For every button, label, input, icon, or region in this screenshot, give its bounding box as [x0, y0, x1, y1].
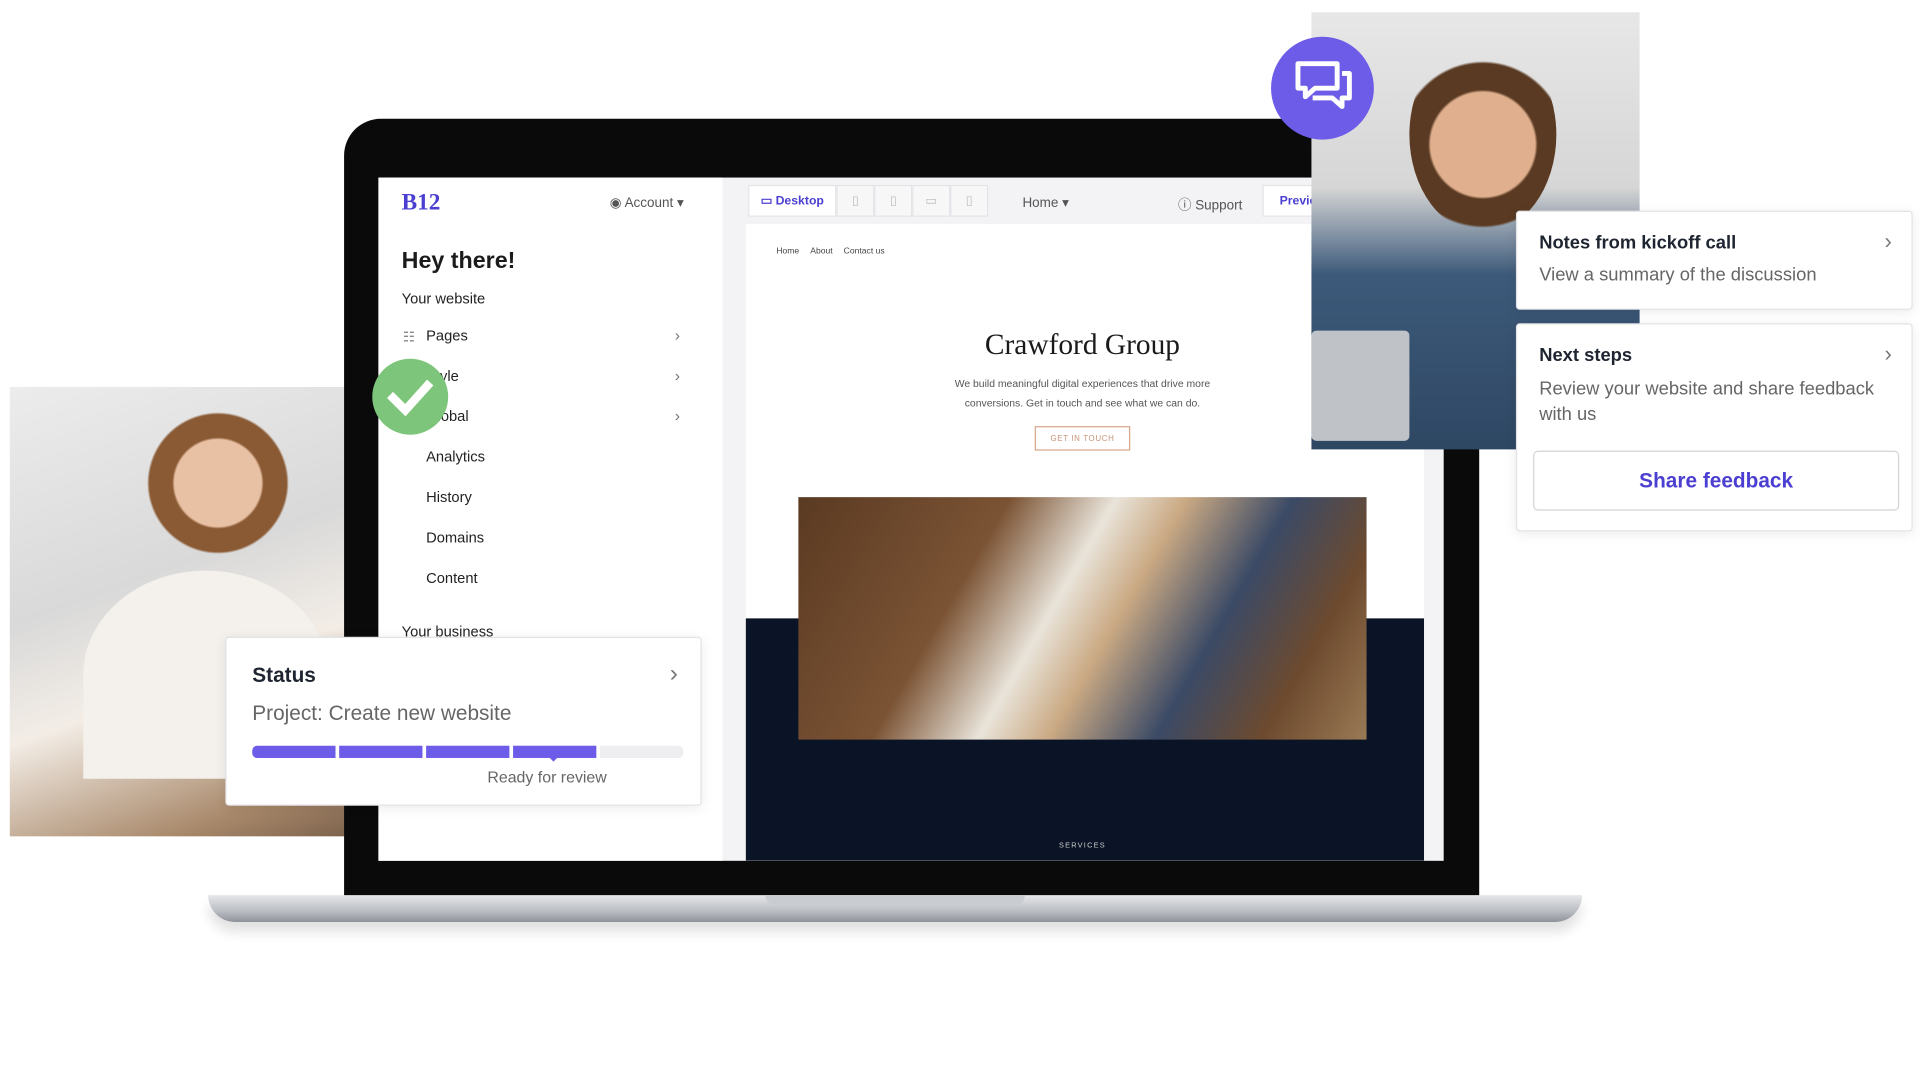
sidebar-item-pages[interactable]: Pages	[426, 327, 468, 344]
progress-label: Ready for review	[487, 767, 607, 787]
project-name: Project: Create new website	[252, 701, 512, 725]
check-circle-icon	[372, 358, 449, 435]
chat-bubble-icon[interactable]	[1271, 36, 1374, 140]
chevron-right-icon[interactable]: ›	[675, 326, 680, 344]
progress-step-done	[339, 745, 423, 758]
tablet-landscape-view-button[interactable]: ▯	[836, 184, 875, 217]
status-title: Status	[252, 663, 316, 687]
sidebar-item-history[interactable]: History	[426, 489, 472, 506]
chevron-right-icon[interactable]: ›	[1885, 229, 1892, 255]
status-card[interactable]: Status › Project: Create new website Rea…	[225, 636, 702, 806]
laptop-base	[208, 895, 1583, 923]
section-heading: Your website	[401, 290, 486, 308]
caret-down-icon: ▾	[673, 195, 684, 211]
help-circle-icon: ⓘ	[1177, 198, 1196, 214]
site-nav-home[interactable]: Home	[776, 247, 799, 256]
progress-step-done	[426, 745, 510, 758]
progress-step-current	[513, 745, 597, 762]
chevron-right-icon[interactable]: ›	[675, 366, 680, 384]
progress-bar	[252, 745, 684, 762]
caret-down-icon: ▾	[1058, 195, 1069, 211]
notes-title: Notes from kickoff call	[1539, 232, 1737, 254]
tablet-view-button[interactable]: ▯	[874, 184, 913, 217]
site-nav-contact[interactable]: Contact us	[844, 247, 885, 256]
site-nav: Home About Contact us	[776, 247, 884, 256]
chevron-right-icon[interactable]: ›	[675, 407, 680, 425]
next-steps-subtitle: Review your website and share feedback w…	[1539, 378, 1875, 425]
notes-subtitle: View a summary of the discussion	[1539, 264, 1817, 286]
sidebar-item-analytics[interactable]: Analytics	[426, 448, 485, 465]
pages-list-icon: ☷	[402, 330, 415, 346]
chevron-right-icon[interactable]: ›	[1885, 342, 1892, 368]
laptop-notch	[765, 895, 1025, 905]
sidebar-item-content[interactable]: Content	[426, 569, 477, 586]
services-label: SERVICES	[1059, 842, 1106, 850]
laptop-view-button[interactable]: ▭	[912, 184, 951, 217]
handshake-photo	[798, 497, 1367, 740]
get-in-touch-button[interactable]: GET IN TOUCH	[1034, 426, 1131, 451]
b12-logo: B12	[401, 189, 441, 216]
next-steps-title: Next steps	[1539, 345, 1633, 367]
share-feedback-button[interactable]: Share feedback	[1533, 450, 1900, 511]
progress-step-pending	[600, 745, 684, 758]
chevron-right-icon[interactable]: ›	[670, 660, 678, 688]
user-circle-icon: ◉	[609, 195, 625, 211]
kickoff-notes-card[interactable]: Notes from kickoff call › View a summary…	[1515, 210, 1913, 310]
page-select[interactable]: Home ▾	[1022, 195, 1068, 211]
site-nav-about[interactable]: About	[810, 247, 832, 256]
support-link[interactable]: ⓘ Support	[1178, 195, 1242, 215]
greeting: Hey there!	[401, 248, 516, 275]
progress-step-done	[252, 745, 336, 758]
sidebar-item-domains[interactable]: Domains	[426, 529, 484, 546]
phone-view-button[interactable]: ▯	[950, 184, 989, 217]
next-steps-card: Next steps › Review your website and sha…	[1515, 323, 1913, 532]
desktop-view-button[interactable]: ▭ Desktop	[748, 184, 837, 217]
account-menu[interactable]: ◉ Account ▾	[610, 195, 684, 211]
laptop-icon: ▭	[760, 194, 776, 208]
